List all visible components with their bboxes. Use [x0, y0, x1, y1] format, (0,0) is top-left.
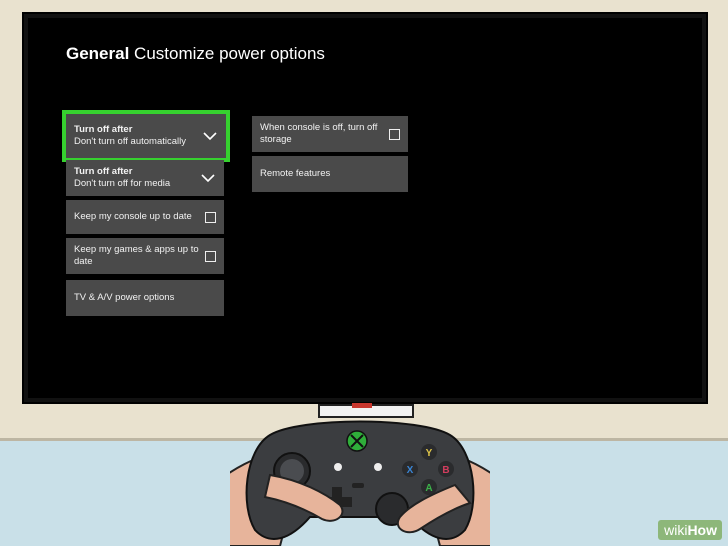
tv-screen: General Customize power options Turn off… — [28, 18, 702, 398]
y-button-label: Y — [426, 448, 433, 459]
chevron-down-icon — [203, 132, 217, 141]
turn-off-for-media-dropdown[interactable]: Turn off after Don't turn off for media — [66, 160, 224, 196]
a-button-label: A — [425, 483, 432, 494]
keep-games-updated-label: Keep my games & apps up to date — [74, 244, 199, 267]
turn-off-storage-checkbox[interactable] — [389, 128, 400, 140]
page-subtitle: Customize power options — [134, 44, 325, 63]
wikihow-watermark: wikiHow — [658, 520, 722, 540]
x-button-label: X — [407, 465, 414, 476]
controller-illustration: Y B X A — [230, 420, 490, 546]
watermark-suffix: How — [687, 522, 717, 538]
page-title: General Customize power options — [66, 44, 325, 64]
tv-av-power-options-button[interactable]: TV & A/V power options — [66, 280, 224, 316]
remote-features-button[interactable]: Remote features — [252, 156, 408, 192]
turn-off-after-dropdown[interactable]: Turn off after Don't turn off automatica… — [62, 110, 230, 162]
turn-off-storage-option[interactable]: When console is off, turn off storage — [252, 116, 408, 152]
tv-frame: General Customize power options Turn off… — [22, 12, 708, 404]
menu-button — [374, 463, 382, 471]
keep-console-updated-option[interactable]: Keep my console up to date — [66, 200, 224, 234]
keep-games-updated-option[interactable]: Keep my games & apps up to date — [66, 238, 224, 274]
turn-off-after-value: Don't turn off automatically — [74, 136, 187, 147]
keep-games-updated-checkbox[interactable] — [205, 250, 216, 262]
page-section: General — [66, 44, 130, 63]
tv-av-power-options-label: TV & A/V power options — [74, 292, 175, 303]
turn-off-media-label: Turn off after — [74, 166, 133, 177]
watermark-prefix: wiki — [664, 522, 688, 538]
turn-off-storage-label: When console is off, turn off storage — [260, 122, 378, 145]
share-button — [352, 483, 364, 488]
turn-off-after-label: Turn off after — [74, 124, 133, 135]
remote-features-label: Remote features — [260, 168, 331, 179]
keep-console-updated-checkbox[interactable] — [205, 211, 216, 223]
keep-console-updated-label: Keep my console up to date — [74, 211, 192, 222]
turn-off-media-value: Don't turn off for media — [74, 178, 171, 189]
b-button-label: B — [442, 465, 449, 476]
chevron-down-icon — [201, 174, 215, 183]
view-button — [334, 463, 342, 471]
